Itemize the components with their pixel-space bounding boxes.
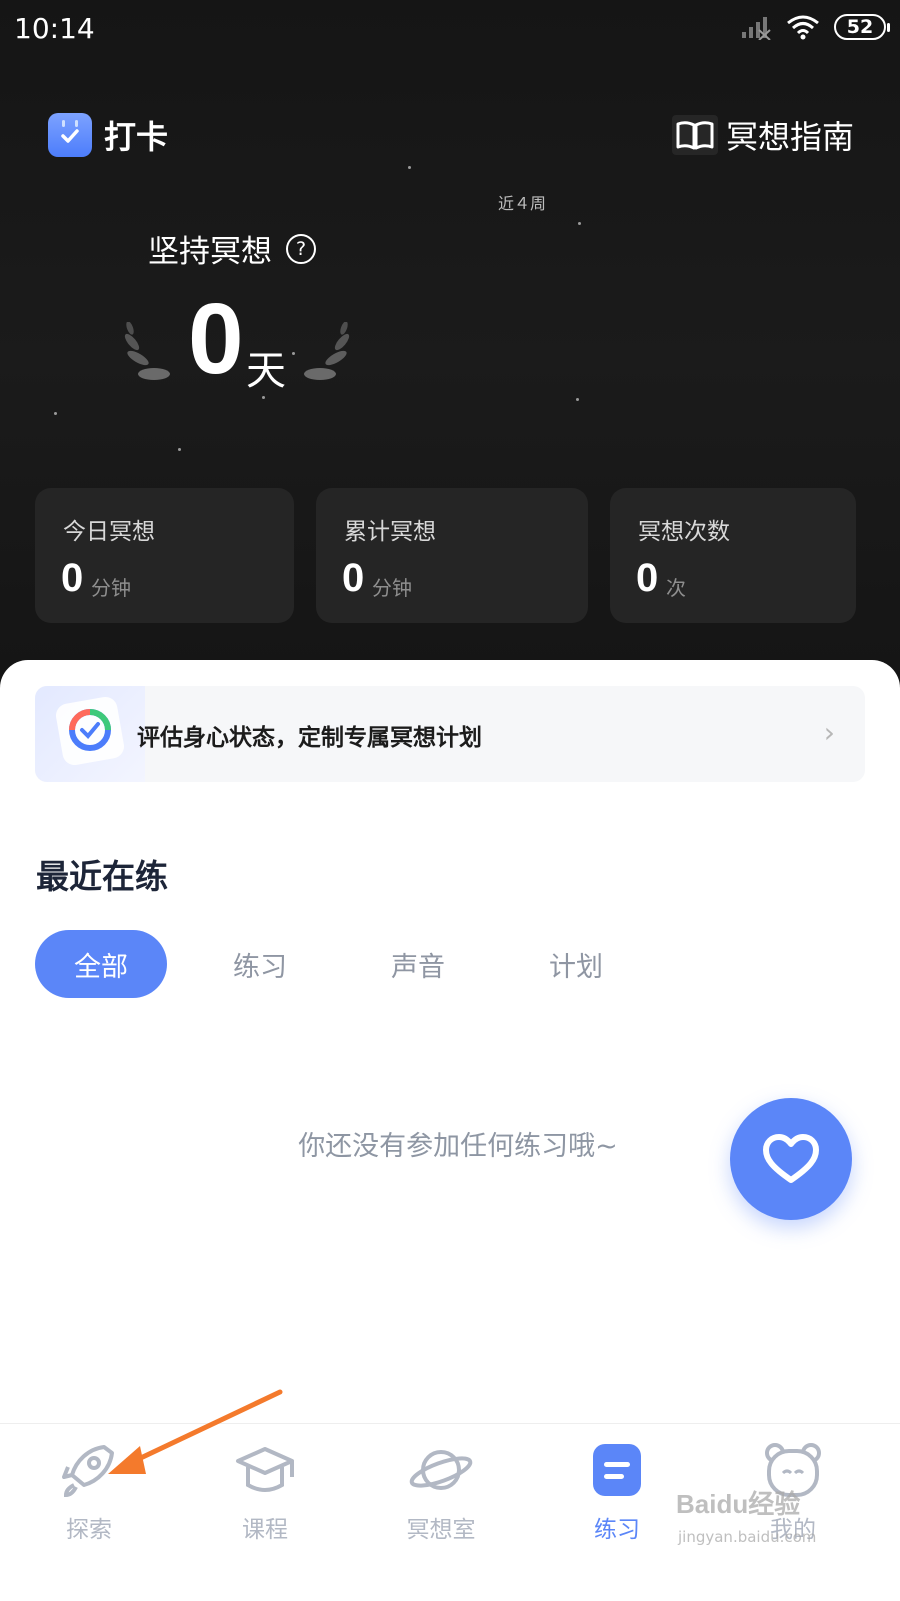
status-time: 10:14 — [14, 12, 95, 45]
stat-value: 0 — [61, 556, 84, 600]
recent-practice-title: 最近在练 — [36, 857, 168, 896]
star-dot — [54, 412, 57, 415]
tab-plan[interactable]: 计划 — [512, 930, 640, 998]
assessment-banner[interactable]: 评估身心状态，定制专属冥想计划 › — [35, 686, 865, 782]
nav-label: 练习 — [594, 1517, 640, 1543]
streak-label: 坚持冥想 — [148, 234, 272, 270]
rocket-icon — [54, 1440, 124, 1500]
battery-indicator: 52 — [834, 14, 890, 40]
streak-title: 坚持冥想 ? — [148, 226, 316, 271]
nav-label: 冥想室 — [406, 1517, 476, 1543]
wifi-icon — [787, 15, 819, 40]
nav-item-meditation-room[interactable]: 冥想室 — [366, 1440, 516, 1544]
graduation-cap-icon — [230, 1440, 300, 1500]
stat-card-today: 今日冥想 0 分钟 — [35, 488, 294, 623]
heart-icon — [763, 1134, 819, 1183]
stat-label: 冥想次数 — [638, 519, 730, 545]
left-laurel-icon — [124, 322, 170, 380]
right-laurel-icon — [304, 322, 350, 380]
stat-card-total: 累计冥想 0 分钟 — [316, 488, 588, 623]
weeks-label: 近４周 — [498, 194, 547, 213]
assessment-text: 评估身心状态，定制专属冥想计划 — [137, 725, 482, 751]
practice-icon — [582, 1440, 652, 1500]
nav-label: 探索 — [66, 1517, 112, 1543]
tab-sound[interactable]: 声音 — [354, 930, 482, 998]
star-dot — [408, 166, 411, 169]
guide-label: 冥想指南 — [725, 118, 854, 156]
stat-label: 今日冥想 — [63, 519, 155, 545]
streak-counter: 0 天 — [120, 283, 360, 400]
help-icon[interactable]: ? — [286, 233, 316, 264]
nav-item-courses[interactable]: 课程 — [190, 1440, 340, 1544]
checkin-label: 打卡 — [104, 118, 169, 156]
calendar-check-icon — [48, 113, 92, 157]
status-icons: 52 — [740, 14, 890, 40]
watermark-url: jingyan.baidu.com — [678, 1528, 817, 1546]
star-dot — [576, 398, 579, 401]
book-icon — [671, 115, 718, 155]
stats-row: 今日冥想 0 分钟 累计冥想 0 分钟 冥想次数 0 次 — [0, 488, 900, 623]
star-dot — [578, 222, 581, 225]
streak-days-unit: 天 — [246, 348, 286, 394]
meditation-guide-button[interactable]: 冥想指南 — [671, 112, 854, 158]
nav-item-explore[interactable]: 探索 — [14, 1440, 164, 1544]
planet-icon — [406, 1440, 476, 1500]
stat-unit: 次 — [666, 576, 686, 600]
tab-practice[interactable]: 练习 — [196, 930, 324, 998]
stat-card-count: 冥想次数 0 次 — [610, 488, 856, 623]
stat-unit: 分钟 — [91, 576, 131, 600]
star-dot — [178, 448, 181, 451]
signal-icon — [742, 17, 771, 40]
stat-unit: 分钟 — [372, 576, 412, 600]
favorite-button[interactable] — [730, 1098, 852, 1220]
nav-item-practice[interactable]: 练习 — [542, 1440, 692, 1544]
nav-label: 课程 — [242, 1517, 288, 1543]
watermark-logo: Baidu经验 — [676, 1489, 801, 1519]
streak-days-value: 0 — [188, 283, 244, 395]
stat-value: 0 — [636, 556, 659, 600]
chevron-right-icon: › — [823, 716, 835, 749]
tab-all[interactable]: 全部 — [35, 930, 167, 998]
checkin-button[interactable]: 打卡 — [48, 112, 168, 158]
stat-value: 0 — [342, 556, 365, 600]
stat-label: 累计冥想 — [344, 519, 436, 545]
assessment-illustration — [35, 686, 145, 782]
